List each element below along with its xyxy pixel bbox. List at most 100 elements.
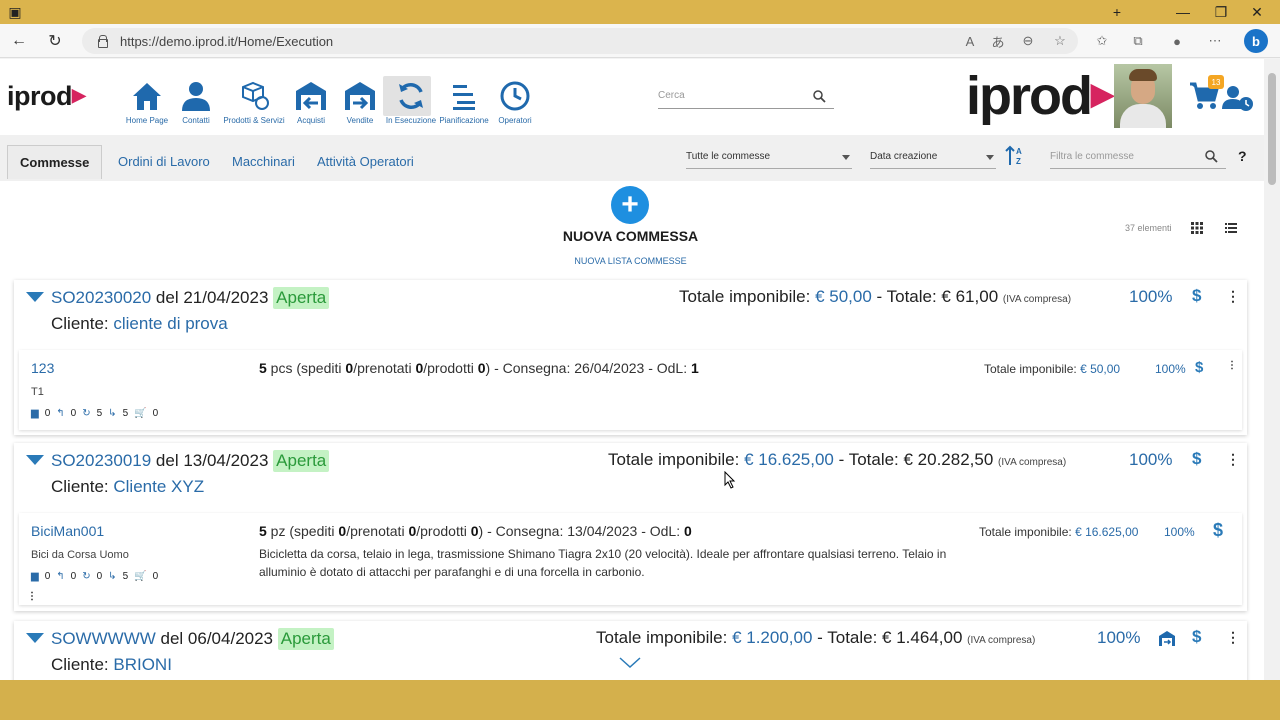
client-link[interactable]: Cliente XYZ <box>113 477 204 496</box>
tab-ordini-di-lavoro[interactable]: Ordini di Lavoro <box>106 145 222 177</box>
avatar[interactable] <box>1114 64 1172 128</box>
icon-count: 0 <box>44 408 51 419</box>
order-percent: 100% <box>1097 628 1141 647</box>
search-icon[interactable] <box>813 90 826 103</box>
filter-placeholder: Filtra le commesse <box>1050 151 1134 162</box>
logo-text: iprod <box>7 81 73 111</box>
read-aloud-icon[interactable]: A <box>960 31 980 51</box>
collapse-triangle-icon[interactable] <box>26 292 44 302</box>
order-totals: Totale imponibile: € 16.625,00 - Totale:… <box>608 450 1066 470</box>
add-order-button[interactable]: + <box>611 186 649 224</box>
warehouse-in-icon <box>296 82 326 110</box>
line-quantity: 5 pcs (spediti 0/prenotati 0/prodotti 0)… <box>259 360 699 376</box>
qty-unit: pcs (spediti <box>266 360 346 376</box>
order-header: SO20230019 del 13/04/2023 Aperta Cliente… <box>14 443 1247 507</box>
favorite-star-icon[interactable]: ☆ <box>1050 31 1070 51</box>
favorites-icon[interactable]: ✩ <box>1092 31 1112 51</box>
more-vertical-icon[interactable]: ⋮ <box>1226 629 1240 646</box>
sort-select[interactable]: Data creazione <box>870 147 996 169</box>
line-product-code[interactable]: BiciMan001 <box>31 523 104 539</box>
tab-attivita-operatori[interactable]: Attività Operatori <box>305 145 426 177</box>
commesse-filter-select[interactable]: Tutte le commesse <box>686 147 852 169</box>
line-total-label: Totale imponibile: <box>979 525 1076 539</box>
translate-icon[interactable]: あ <box>988 31 1008 51</box>
back-arrow-icon[interactable]: ← <box>6 29 32 53</box>
address-bar-row: ← ↻ https://demo.iprod.it/Home/Execution… <box>0 24 1280 58</box>
dollar-icon[interactable]: $ <box>1192 449 1201 469</box>
collections-icon[interactable]: ⧉ <box>1128 31 1148 51</box>
iva-note: (IVA compresa) <box>998 457 1067 468</box>
reload-icon[interactable]: ↻ <box>42 29 68 53</box>
filter-commesse-input[interactable]: Filtra le commesse <box>1050 147 1226 169</box>
more-vertical-icon[interactable]: ⋮ <box>27 591 37 602</box>
iva-note: (IVA compresa) <box>1002 294 1072 305</box>
dollar-icon[interactable]: $ <box>1213 520 1223 541</box>
line-total: Totale imponibile: € 50,00 <box>984 362 1120 376</box>
copilot-icon[interactable]: b <box>1244 29 1268 53</box>
help-icon[interactable]: ? <box>1238 148 1247 164</box>
new-order-list-text[interactable]: NUOVA LISTA COMMESSE <box>574 256 686 266</box>
chevron-down-icon[interactable] <box>619 657 641 669</box>
nav-contatti[interactable]: Contatti <box>165 79 227 125</box>
list-view-icon[interactable] <box>1224 221 1238 235</box>
web-page: iprod▶ Home Page Contatti Prodotti & Ser… <box>0 59 1264 680</box>
line-total: Totale imponibile: € 16.625,00 <box>979 525 1138 539</box>
order-title: SOWWWWW del 06/04/2023 Aperta <box>51 628 334 650</box>
collapse-triangle-icon[interactable] <box>26 455 44 465</box>
order-date: del 06/04/2023 <box>155 629 278 648</box>
nav-label: Pianificazione <box>439 116 489 125</box>
nav-label: Contatti <box>182 116 210 125</box>
sort-az-icon[interactable]: AZ <box>1005 145 1025 167</box>
tab-macchinari[interactable]: Macchinari <box>220 145 307 177</box>
totale-value: - Totale: € 61,00 <box>871 287 1003 306</box>
imponibile-label: Totale imponibile: <box>596 628 733 647</box>
order-code[interactable]: SOWWWWW <box>51 629 156 648</box>
warehouse-out-icon[interactable] <box>1158 629 1176 647</box>
warehouse-icon: ▆ <box>31 571 39 582</box>
profile-icon[interactable]: ● <box>1167 31 1187 51</box>
imponibile-value: € 1.200,00 <box>732 628 813 647</box>
client-link[interactable]: cliente di prova <box>113 314 227 333</box>
order-code[interactable]: SO20230019 <box>51 451 151 470</box>
grid-view-icon[interactable] <box>1190 221 1204 235</box>
logo-small[interactable]: iprod▶ <box>7 81 86 112</box>
client-label: Cliente: <box>51 655 114 674</box>
dollar-icon[interactable]: $ <box>1195 359 1203 376</box>
dollar-icon[interactable]: $ <box>1192 627 1201 647</box>
more-vertical-icon[interactable]: ⋮ <box>1227 360 1237 371</box>
line-description: T1 <box>31 386 44 398</box>
prodotti-value: 0 <box>477 360 486 376</box>
url-field[interactable]: https://demo.iprod.it/Home/Execution <box>82 28 1078 54</box>
client-link[interactable]: BRIONI <box>113 655 172 674</box>
prodotti-label: /prodotti <box>416 523 471 539</box>
icon-count: 0 <box>44 571 51 582</box>
line-product-code[interactable]: 123 <box>31 360 54 376</box>
user-clock-icon[interactable] <box>1222 85 1254 111</box>
search-input[interactable]: Cerca <box>658 87 834 109</box>
zoom-icon[interactable]: ⊖ <box>1018 31 1038 51</box>
collapse-triangle-icon[interactable] <box>26 633 44 643</box>
more-vertical-icon[interactable]: ⋮ <box>1226 288 1240 305</box>
tab-commesse[interactable]: Commesse <box>7 145 103 179</box>
new-tab-button[interactable]: + <box>1094 0 1140 24</box>
scrollbar-thumb[interactable] <box>1268 73 1276 185</box>
window-menu-icon[interactable]: ▣ <box>0 0 30 24</box>
search-icon[interactable] <box>1205 150 1218 163</box>
line-total-label: Totale imponibile: <box>984 362 1081 376</box>
nav-operatori[interactable]: Operatori <box>484 79 546 125</box>
scrollbar[interactable] <box>1264 59 1280 680</box>
nav-prodotti[interactable]: Prodotti & Servizi <box>223 79 285 125</box>
imponibile-value: € 16.625,00 <box>744 450 834 469</box>
more-vertical-icon[interactable]: ⋮ <box>1226 451 1240 468</box>
icon-count: 0 <box>152 571 159 582</box>
return-icon: ↰ <box>56 571 65 582</box>
nav-label: Prodotti & Servizi <box>223 116 285 125</box>
order-code[interactable]: SO20230020 <box>51 288 151 307</box>
more-menu-icon[interactable]: ⋯ <box>1205 31 1225 51</box>
close-button[interactable]: ✕ <box>1234 0 1280 24</box>
new-order-title[interactable]: NUOVA COMMESSA <box>14 228 1247 244</box>
odl-value: 0 <box>684 523 692 539</box>
dollar-icon[interactable]: $ <box>1192 286 1201 306</box>
qty-unit: pz (spediti <box>266 523 339 539</box>
qty-num: 5 <box>259 360 267 376</box>
